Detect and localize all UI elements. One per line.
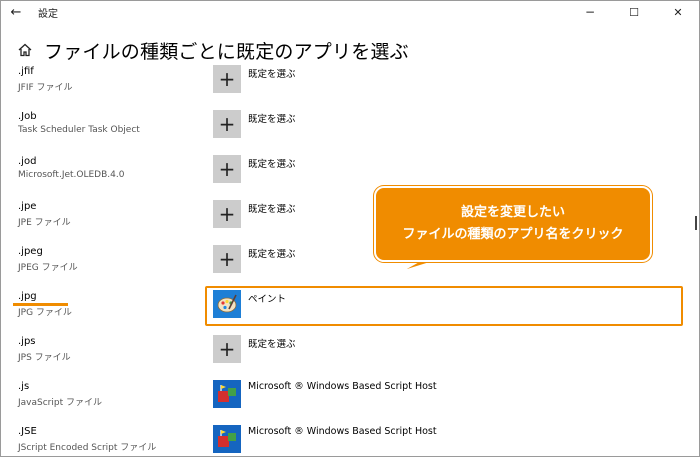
file-description: Task Scheduler Task Object <box>18 125 140 135</box>
choose-default-button[interactable]: + 既定を選ぶ <box>213 110 296 140</box>
app-name: Microsoft ® Windows Based Script Host <box>248 381 437 392</box>
close-button[interactable]: ✕ <box>656 0 700 24</box>
app-title: 設定 <box>38 8 58 20</box>
maximize-icon: ☐ <box>629 5 639 19</box>
close-icon: ✕ <box>673 5 683 19</box>
scrollbar-thumb[interactable] <box>695 216 697 230</box>
window-controls: − ☐ ✕ <box>568 0 700 24</box>
file-extension: .jpeg <box>18 246 43 257</box>
file-extension: .jfif <box>18 66 34 77</box>
file-extension: .jpe <box>18 201 37 212</box>
choose-default-button[interactable]: + 既定を選ぶ <box>213 65 296 95</box>
file-description: JFIF ファイル <box>18 83 73 93</box>
page-title: ファイルの種類ごとに既定のアプリを選ぶ <box>44 40 409 63</box>
annotation-callout: 設定を変更したい ファイルの種類のアプリ名をクリック <box>374 186 652 262</box>
list-item: .Job Task Scheduler Task Object + 既定を選ぶ <box>0 109 700 154</box>
list-item: .JSE JScript Encoded Script ファイル Microso… <box>0 424 700 457</box>
file-description: JScript Encoded Script ファイル <box>18 443 157 453</box>
choose-default-button[interactable]: + 既定を選ぶ <box>213 200 296 230</box>
app-name: 既定を選ぶ <box>248 249 296 260</box>
list-item: .jps JPS ファイル + 既定を選ぶ <box>0 334 700 379</box>
choose-default-button[interactable]: + 既定を選ぶ <box>213 245 296 275</box>
file-extension: .jod <box>18 156 37 167</box>
plus-icon: + <box>213 335 241 363</box>
maximize-button[interactable]: ☐ <box>612 0 656 24</box>
app-name: Microsoft ® Windows Based Script Host <box>248 426 437 437</box>
plus-icon: + <box>213 65 241 93</box>
script-host-icon <box>213 380 241 408</box>
annotation-underline <box>13 303 68 306</box>
plus-icon: + <box>213 245 241 273</box>
plus-icon: + <box>213 110 241 138</box>
plus-icon: + <box>213 155 241 183</box>
default-app-button[interactable]: Microsoft ® Windows Based Script Host <box>213 425 437 455</box>
file-extension: .jpg <box>18 291 37 302</box>
choose-default-button[interactable]: + 既定を選ぶ <box>213 335 296 365</box>
page-header: ファイルの種類ごとに既定のアプリを選ぶ <box>14 36 409 64</box>
choose-default-button[interactable]: + 既定を選ぶ <box>213 155 296 185</box>
default-app-button[interactable]: Microsoft ® Windows Based Script Host <box>213 380 437 410</box>
file-extension: .Job <box>18 111 37 122</box>
back-button[interactable]: ← <box>0 0 32 24</box>
file-description: JPG ファイル <box>18 308 72 318</box>
annotation-highlight-box <box>205 286 683 326</box>
back-arrow-icon: ← <box>10 4 22 20</box>
callout-line-2: ファイルの種類のアプリ名をクリック <box>402 227 624 242</box>
app-name: 既定を選ぶ <box>248 69 296 80</box>
file-extension: .JSE <box>18 426 37 437</box>
home-icon[interactable] <box>14 39 36 61</box>
minimize-icon: − <box>584 5 596 19</box>
script-host-icon <box>213 425 241 453</box>
file-description: JavaScript ファイル <box>18 398 102 408</box>
list-item: .js JavaScript ファイル Microsoft ® Windows … <box>0 379 700 424</box>
app-name: 既定を選ぶ <box>248 339 296 350</box>
file-description: JPS ファイル <box>18 353 71 363</box>
file-description: JPEG ファイル <box>18 263 78 273</box>
list-item: .jfif JFIF ファイル + 既定を選ぶ <box>0 64 700 109</box>
file-extension: .js <box>18 381 30 392</box>
minimize-button[interactable]: − <box>568 0 612 24</box>
app-name: 既定を選ぶ <box>248 159 296 170</box>
title-bar: ← 設定 − ☐ ✕ <box>0 0 700 24</box>
file-extension: .jps <box>18 336 36 347</box>
file-description: JPE ファイル <box>18 218 71 228</box>
callout-line-1: 設定を変更したい <box>460 205 565 220</box>
app-name: 既定を選ぶ <box>248 204 296 215</box>
app-name: 既定を選ぶ <box>248 114 296 125</box>
file-description: Microsoft.Jet.OLEDB.4.0 <box>18 170 125 180</box>
plus-icon: + <box>213 200 241 228</box>
